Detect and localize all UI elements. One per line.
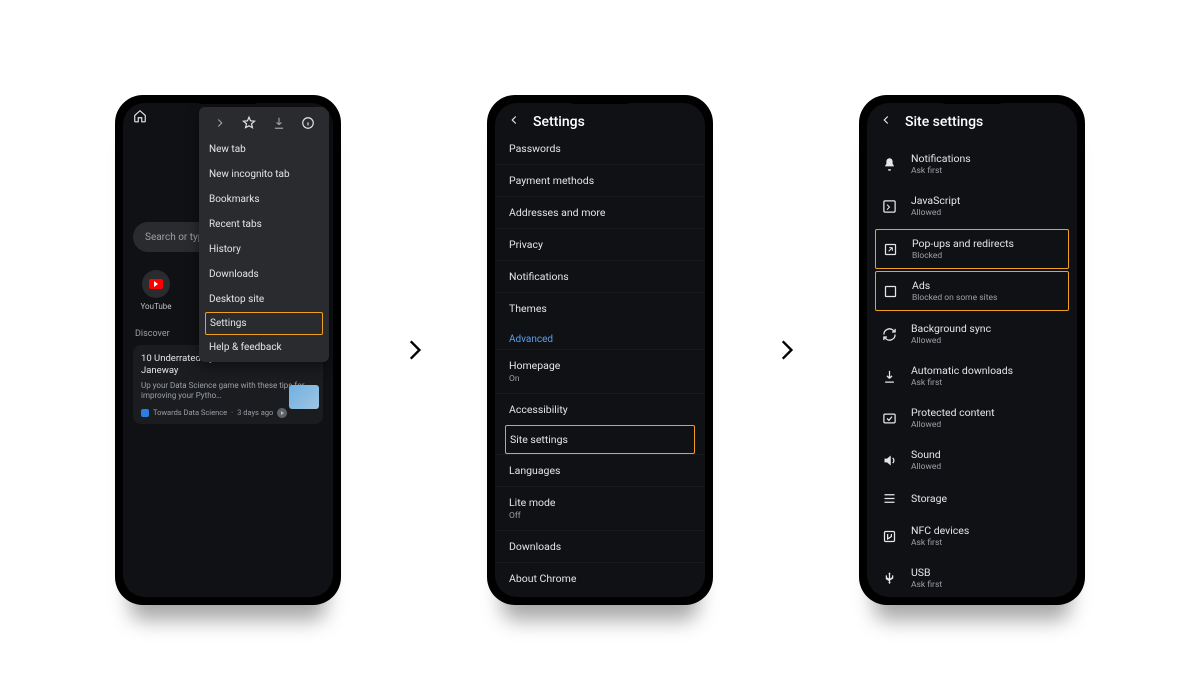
phone-notch xyxy=(198,98,258,104)
star-icon[interactable] xyxy=(241,115,257,131)
row-sub: Allowed xyxy=(911,420,995,430)
download-icon xyxy=(881,368,897,384)
menu-item-desktop-site[interactable]: Desktop site xyxy=(199,287,329,312)
menu-item-bookmarks[interactable]: Bookmarks xyxy=(199,187,329,212)
row-sub: Ask first xyxy=(911,378,1013,388)
row-label: USB xyxy=(911,566,942,579)
bell-icon xyxy=(881,156,897,172)
article-thumbnail xyxy=(289,385,319,409)
usb-icon xyxy=(881,570,897,586)
js-icon xyxy=(881,198,897,214)
site-setting-row[interactable]: JavaScriptAllowed xyxy=(867,185,1077,227)
article-age: 3 days ago xyxy=(237,408,273,417)
play-icon xyxy=(277,408,287,418)
row-label: Ads xyxy=(912,279,997,292)
menu-item-new-tab[interactable]: New tab xyxy=(199,137,329,162)
advanced-header: Advanced xyxy=(495,324,705,349)
overflow-menu: New tabNew incognito tabBookmarksRecent … xyxy=(199,107,329,362)
phone-notch xyxy=(942,98,1002,104)
menu-item-recent-tabs[interactable]: Recent tabs xyxy=(199,212,329,237)
row-sub: Ask first xyxy=(911,580,942,590)
row-sub: Blocked on some sites xyxy=(912,293,997,303)
info-icon[interactable] xyxy=(300,115,316,131)
download-icon[interactable] xyxy=(271,115,287,131)
site-setting-row[interactable]: Storage xyxy=(867,481,1077,515)
row-sub: Blocked xyxy=(912,251,1014,261)
row-label: Automatic downloads xyxy=(911,364,1013,377)
row-label: Notifications xyxy=(911,152,971,165)
site-setting-row[interactable]: Automatic downloadsAsk first xyxy=(867,355,1077,397)
phone-step-2: Settings PasswordsPayment methodsAddress… xyxy=(487,95,713,605)
settings-item[interactable]: Addresses and more xyxy=(495,196,705,228)
source-favicon xyxy=(141,409,149,417)
settings-item[interactable]: Languages xyxy=(495,454,705,486)
row-sub: Allowed xyxy=(911,336,991,346)
site-setting-row[interactable]: USBAsk first xyxy=(867,557,1077,592)
site-setting-row[interactable]: Protected contentAllowed xyxy=(867,397,1077,439)
home-icon[interactable] xyxy=(133,109,147,123)
site-setting-row[interactable]: NotificationsAsk first xyxy=(867,138,1077,185)
phone-step-1: G Search or type web address YouTube Fac… xyxy=(115,95,341,605)
popup-icon xyxy=(882,241,898,257)
settings-item[interactable]: Passwords xyxy=(495,138,705,164)
row-label: Pop-ups and redirects xyxy=(912,237,1014,250)
settings-item[interactable]: Accessibility xyxy=(495,393,705,425)
settings-item[interactable]: Lite modeOff xyxy=(495,486,705,530)
row-label: Protected content xyxy=(911,406,995,419)
settings-item[interactable]: HomepageOn xyxy=(495,349,705,393)
settings-item[interactable]: About Chrome xyxy=(495,562,705,594)
row-label: NFC devices xyxy=(911,524,969,537)
row-label: Background sync xyxy=(911,322,991,335)
site-setting-row[interactable]: Background syncAllowed xyxy=(867,313,1077,355)
youtube-icon xyxy=(149,279,163,289)
menu-item-history[interactable]: History xyxy=(199,237,329,262)
menu-item-downloads[interactable]: Downloads xyxy=(199,262,329,287)
phone-notch xyxy=(570,98,630,104)
row-label: JavaScript xyxy=(911,194,960,207)
phone-step-3: Site settings NotificationsAsk firstJava… xyxy=(859,95,1085,605)
site-setting-row[interactable]: AdsBlocked on some sites xyxy=(875,271,1069,311)
shortcut-youtube[interactable]: YouTube xyxy=(137,270,175,311)
row-label: Sound xyxy=(911,448,941,461)
ads-icon xyxy=(882,283,898,299)
back-icon[interactable] xyxy=(507,113,521,130)
menu-item-new-incognito-tab[interactable]: New incognito tab xyxy=(199,162,329,187)
article-source: Towards Data Science xyxy=(153,408,227,417)
page-title: Site settings xyxy=(905,114,983,130)
step-arrow-icon xyxy=(773,337,799,363)
row-sub: Allowed xyxy=(911,462,941,472)
menu-item-help-feedback[interactable]: Help & feedback xyxy=(199,335,329,360)
protected-icon xyxy=(881,410,897,426)
sound-icon xyxy=(881,452,897,468)
step-arrow-icon xyxy=(401,337,427,363)
settings-item[interactable]: Payment methods xyxy=(495,164,705,196)
page-title: Settings xyxy=(533,114,585,130)
storage-icon xyxy=(881,490,897,506)
nfc-icon xyxy=(881,528,897,544)
settings-item[interactable]: Downloads xyxy=(495,530,705,562)
row-sub: Ask first xyxy=(911,538,969,548)
settings-item[interactable]: Notifications xyxy=(495,260,705,292)
row-sub: Allowed xyxy=(911,208,960,218)
site-setting-row[interactable]: Pop-ups and redirectsBlocked xyxy=(875,229,1069,269)
back-icon[interactable] xyxy=(879,113,893,130)
site-setting-row[interactable]: NFC devicesAsk first xyxy=(867,515,1077,557)
site-setting-row[interactable]: SoundAllowed xyxy=(867,439,1077,481)
row-label: Storage xyxy=(911,492,947,505)
settings-item[interactable]: Privacy xyxy=(495,228,705,260)
row-sub: Ask first xyxy=(911,166,971,176)
settings-item[interactable]: Site settings xyxy=(505,425,695,454)
settings-item[interactable]: Themes xyxy=(495,292,705,324)
sync-icon xyxy=(881,326,897,342)
forward-icon[interactable] xyxy=(212,115,228,131)
menu-item-settings[interactable]: Settings xyxy=(205,312,323,335)
